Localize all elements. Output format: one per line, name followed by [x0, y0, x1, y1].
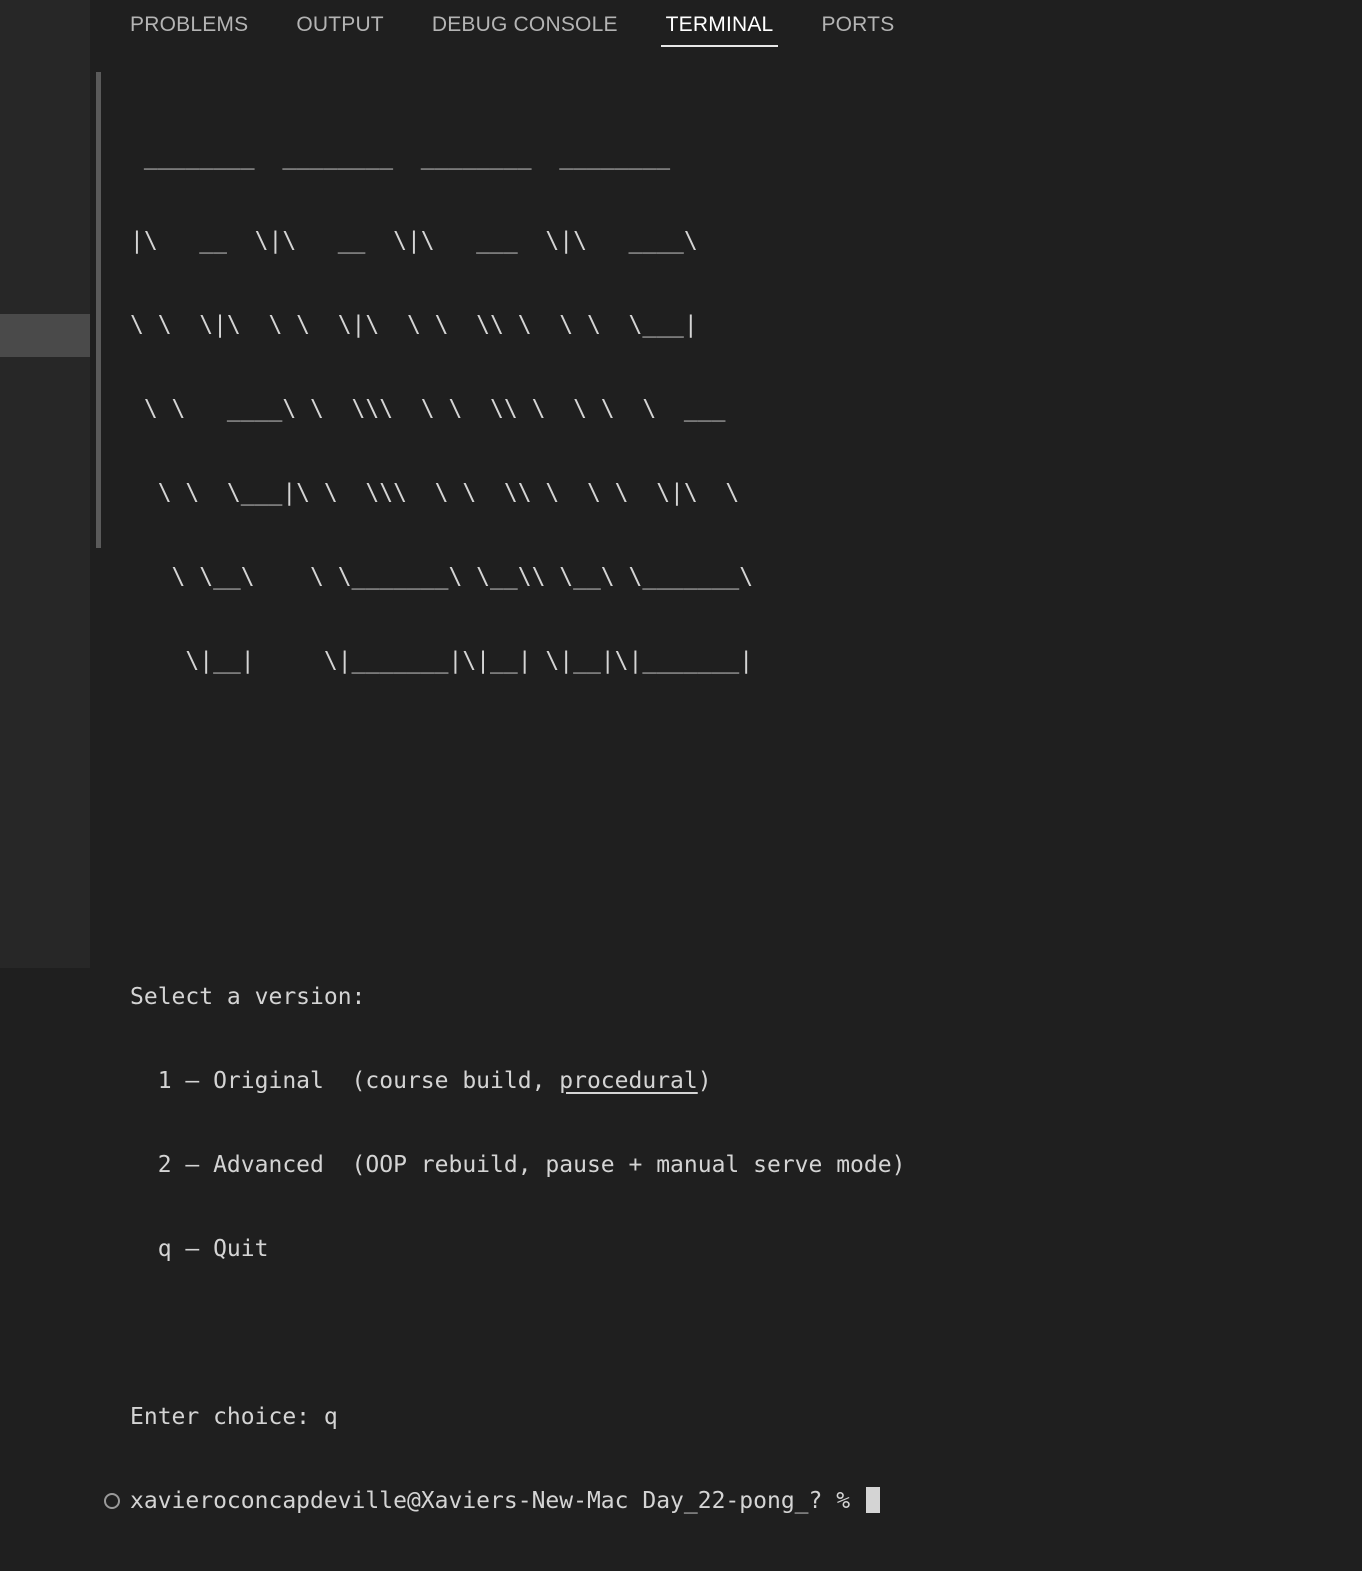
sidebar-selected-item[interactable] — [0, 314, 90, 357]
tab-debug-console[interactable]: DEBUG CONSOLE — [432, 0, 618, 49]
tab-problems[interactable]: PROBLEMS — [130, 0, 248, 49]
ascii-art-line: \ \__\ \ \_______\ \__\\ \__\ \_______\ — [130, 564, 754, 590]
procedural-link[interactable]: procedural — [559, 1068, 697, 1094]
terminal-cursor — [865, 1487, 880, 1513]
command-status-icon[interactable] — [104, 1493, 120, 1509]
ascii-art-line: \ \ ____\ \ \\\ \ \ \\ \ \ \ \ ___ — [130, 396, 726, 422]
bottom-panel: PROBLEMS OUTPUT DEBUG CONSOLE TERMINAL P… — [90, 0, 1362, 1514]
ascii-art-line: ________ ________ ________ ________ — [130, 144, 671, 170]
ascii-art-line: \|__| \|_______|\|__| \|__|\|_______| — [130, 648, 754, 674]
tab-output[interactable]: OUTPUT — [296, 0, 384, 49]
option-text: 1 — Original (course build, — [130, 1068, 560, 1094]
shell-prompt: xavieroconcapdeville@Xaviers-New-Mac Day… — [130, 1488, 864, 1514]
ascii-art-line: |\ __ \|\ __ \|\ ___ \|\ ____\ — [130, 228, 698, 254]
ascii-art-line: \ \ \|\ \ \ \|\ \ \ \\ \ \ \ \___| — [130, 312, 698, 338]
menu-option-original: 1 — Original (course build, procedural) — [130, 1067, 1330, 1095]
terminal-scrollbar[interactable] — [96, 72, 101, 548]
panel-tabs: PROBLEMS OUTPUT DEBUG CONSOLE TERMINAL P… — [130, 0, 942, 50]
tab-ports[interactable]: PORTS — [821, 0, 894, 49]
sidebar-strip — [0, 0, 90, 968]
prompt-line[interactable]: xavieroconcapdeville@Xaviers-New-Mac Day… — [104, 1487, 1330, 1515]
ascii-art-line: \ \ \___|\ \ \\\ \ \ \\ \ \ \ \|\ \ — [130, 480, 740, 506]
menu-heading: Select a version: — [130, 984, 366, 1010]
menu-option-quit: q — Quit — [130, 1236, 269, 1262]
tab-terminal[interactable]: TERMINAL — [660, 0, 779, 49]
option-text: ) — [697, 1068, 712, 1094]
menu-option-advanced: 2 — Advanced (OOP rebuild, pause + manua… — [130, 1152, 906, 1178]
choice-line: Enter choice: q — [130, 1404, 338, 1430]
terminal-output[interactable]: ________ ________ ________ ________ |\ _… — [104, 87, 1330, 1571]
